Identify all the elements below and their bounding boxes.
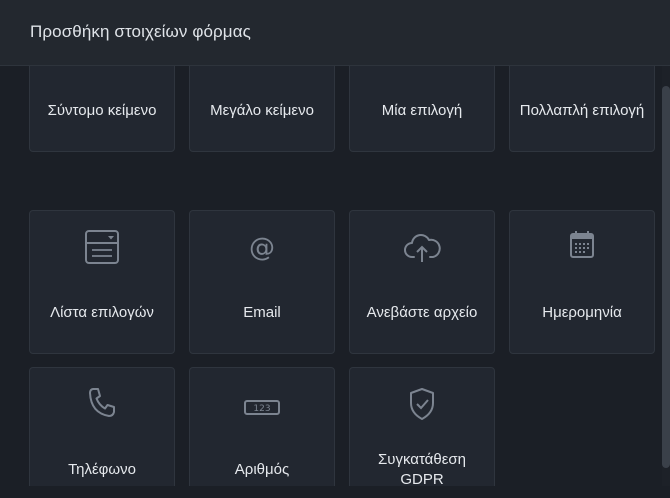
tile-label: Πολλαπλή επιλογή <box>519 102 645 119</box>
tile-short-text[interactable]: Σύντομο κείμενο <box>29 66 175 152</box>
form-elements-panel: Προσθήκη στοιχείων φόρμας Σύντομο κείμεν… <box>0 0 670 498</box>
panel-header: Προσθήκη στοιχείων φόρμας <box>0 0 670 66</box>
tile-label: Αριθμός <box>234 461 290 478</box>
tile-label: Σύντομο κείμενο <box>47 102 157 119</box>
tile-multiple-choice[interactable]: Πολλαπλή επιλογή <box>509 66 655 152</box>
tile-gdpr-consent[interactable]: Συγκατάθεση GDPR <box>349 367 495 486</box>
panel-bottom-edge <box>0 486 670 498</box>
tile-phone[interactable]: Τηλέφωνο <box>29 367 175 486</box>
tile-long-text[interactable]: Μεγάλο κείμενο <box>189 66 335 152</box>
tile-label: Συγκατάθεση GDPR <box>378 451 466 486</box>
calendar-icon <box>562 229 602 265</box>
tile-file-upload[interactable]: Ανεβάστε αρχείο <box>349 210 495 354</box>
shield-check-icon <box>402 386 442 422</box>
tile-label: Ημερομηνία <box>542 304 622 321</box>
tile-dropdown-list[interactable]: Λίστα επιλογών <box>29 210 175 354</box>
svg-text:@: @ <box>249 233 275 263</box>
number-icon-text: 123 <box>253 404 270 414</box>
tile-label: Τηλέφωνο <box>68 461 136 478</box>
tile-label: Μία επιλογή <box>381 102 463 119</box>
phone-icon <box>82 386 122 422</box>
tile-label: Λίστα επιλογών <box>50 304 154 321</box>
tiles-grid: Σύντομο κείμενο Μεγάλο κείμενο Μία επιλο… <box>0 66 670 486</box>
scrollbar-thumb[interactable] <box>662 86 670 468</box>
tile-email[interactable]: @ Email <box>189 210 335 354</box>
tile-label: Ανεβάστε αρχείο <box>366 304 478 321</box>
at-sign-icon: @ <box>242 229 282 265</box>
tile-single-choice[interactable]: Μία επιλογή <box>349 66 495 152</box>
dropdown-list-icon <box>82 229 122 265</box>
number-field-icon: 123 <box>242 386 282 422</box>
cloud-upload-icon <box>402 229 442 265</box>
panel-title: Προσθήκη στοιχείων φόρμας <box>30 22 251 41</box>
tile-number[interactable]: 123 Αριθμός <box>189 367 335 486</box>
tile-date[interactable]: Ημερομηνία <box>509 210 655 354</box>
tile-label: Email <box>243 304 281 321</box>
tile-label: Μεγάλο κείμενο <box>210 102 314 119</box>
